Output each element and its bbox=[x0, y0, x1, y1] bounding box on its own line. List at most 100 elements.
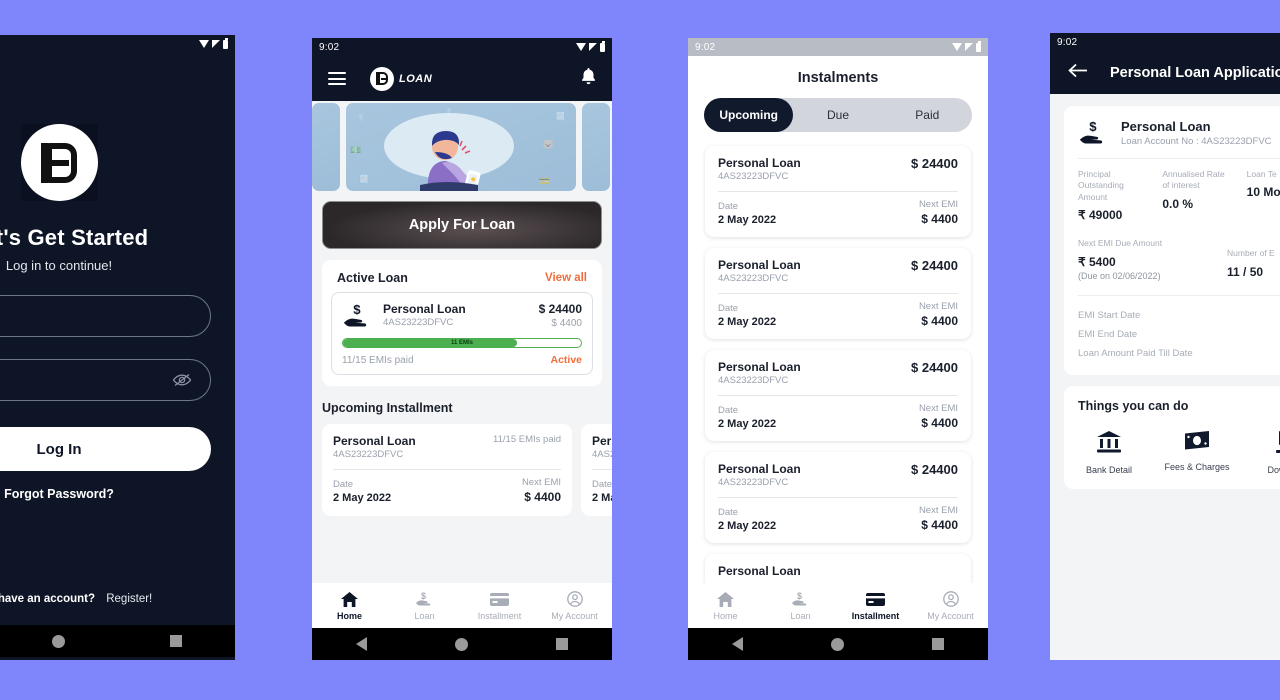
bottom-nav-item-loan[interactable]: $ Loan bbox=[387, 591, 462, 621]
installment-card[interactable]: Personal Loan 4AS23223DFVC 11/15 EMIs pa… bbox=[322, 424, 572, 516]
nav-back-icon[interactable] bbox=[356, 637, 367, 651]
date-label: Date bbox=[718, 201, 739, 212]
register-link[interactable]: Register! bbox=[106, 593, 152, 605]
instalment-card[interactable]: Personal Loan 4AS23223DFVC $ 24400 Date … bbox=[705, 248, 971, 339]
next-emi-value: $ 4400 bbox=[921, 212, 958, 226]
field-number-of-emis: Number of E 11 / 50 bbox=[1227, 238, 1280, 280]
instalment-card[interactable]: Personal Loan 4AS23223DFVC $ 24400 Date … bbox=[705, 452, 971, 543]
status-icons bbox=[576, 41, 605, 52]
date-label: Date bbox=[592, 479, 612, 490]
carousel-slide-prev[interactable] bbox=[312, 103, 340, 191]
date-value: 2 May 2022 bbox=[333, 492, 392, 504]
tab-due[interactable]: Due bbox=[793, 98, 882, 132]
bottom-nav-item-my-account[interactable]: My Account bbox=[537, 591, 612, 621]
loan-date-lines: EMI Start Date 1 EMI End Date 1 Loan Amo… bbox=[1078, 306, 1280, 363]
bottom-navigation[interactable]: Home $ Loan Installment My Account bbox=[312, 583, 612, 628]
instalment-card[interactable]: Personal Loan 4AS23223DFVC $ 24400 Date … bbox=[705, 350, 971, 441]
bell-icon[interactable] bbox=[581, 67, 596, 90]
line-emi-end-date: EMI End Date 1 bbox=[1078, 325, 1280, 344]
nav-home-icon[interactable] bbox=[455, 637, 468, 651]
next-emi-value: $ 4400 bbox=[921, 314, 958, 328]
apply-for-loan-button[interactable]: Apply For Loan bbox=[322, 201, 602, 249]
instalment-card-titles: Personal Loan 4AS23223DFVC bbox=[718, 462, 801, 488]
nav-recents-icon[interactable] bbox=[556, 638, 568, 650]
next-emi-label: Next EMI bbox=[918, 301, 958, 312]
nav-back-icon[interactable] bbox=[732, 637, 743, 651]
arrow-left-icon[interactable] bbox=[1068, 63, 1088, 83]
loan-total-amount: $ 24400 bbox=[911, 360, 958, 375]
login-button[interactable]: Log In bbox=[0, 427, 211, 471]
promo-carousel[interactable]: ₹ 🐷 🧾 💵 🧾 💳 ₹ bbox=[312, 101, 612, 193]
instalment-list[interactable]: Personal Loan 4AS23223DFVC $ 24400 Date … bbox=[688, 132, 988, 589]
detail-header: Personal Loan Application bbox=[1050, 51, 1280, 94]
next-emi-label: Next EMI bbox=[918, 403, 958, 414]
instalment-card-titles: Personal Loan 4AS23223DFVC bbox=[718, 360, 801, 386]
loan-account-no: 4AS23223DFVC bbox=[718, 273, 789, 284]
loan-account-no: 4AS23223DFVC bbox=[383, 317, 454, 328]
bottom-nav-label: Installment bbox=[851, 610, 900, 621]
instalment-tabs[interactable]: Upcoming Due Paid bbox=[704, 98, 972, 132]
loan-emi-grid: Next EMI Due Amount ₹ 5400 (Due on 02/06… bbox=[1078, 238, 1280, 280]
hamburger-icon[interactable] bbox=[328, 72, 346, 85]
instalment-emi-block: Next EMI $ 4400 bbox=[919, 403, 958, 430]
date-value: 2 May 2022 bbox=[592, 492, 612, 504]
nav-home-icon[interactable] bbox=[51, 634, 65, 648]
page-title: Personal Loan Application bbox=[1110, 64, 1280, 81]
mobile-input[interactable]: er bbox=[0, 295, 211, 337]
carousel-slide-active[interactable]: ₹ 🐷 🧾 💵 🧾 💳 ₹ bbox=[346, 103, 576, 191]
loan-account-no: 4AS23223DFVC bbox=[718, 477, 789, 488]
bottom-nav-label: My Account bbox=[551, 610, 598, 621]
loan-total-amount: $ 24400 bbox=[911, 462, 958, 477]
loan-account-line: Loan Account No : 4AS23223DFVC bbox=[1121, 136, 1272, 147]
field-value: ₹ 5400 bbox=[1078, 254, 1116, 269]
loan-account-no: 4AS23223DFVC bbox=[333, 449, 404, 460]
bottom-navigation[interactable]: Home $ Loan Installment My Account bbox=[688, 583, 988, 628]
nav-recents-icon[interactable] bbox=[932, 638, 944, 650]
emis-paid-text: 11/15 EMIs paid bbox=[493, 434, 561, 445]
bottom-nav-item-installment[interactable]: Installment bbox=[462, 591, 537, 621]
loan-field-grid: Principal Outstanding Amount ₹ 49000 Ann… bbox=[1078, 169, 1280, 222]
android-nav-bar bbox=[0, 625, 235, 657]
app-header: LOAN bbox=[312, 56, 612, 101]
loan-name: Personal Loan bbox=[333, 434, 416, 448]
things-actions-row[interactable]: Bank Detail Fees & Charges Downloa bbox=[1078, 430, 1280, 475]
eye-off-icon[interactable] bbox=[172, 373, 192, 387]
date-value: 2 May 2022 bbox=[718, 418, 777, 430]
active-loan-card[interactable]: Active Loan View all $ Personal Loan 4AS… bbox=[322, 260, 602, 386]
date-label: Date bbox=[718, 405, 739, 416]
line-label: Loan Amount Paid Till Date bbox=[1078, 347, 1193, 359]
loan-name: Personal Loan bbox=[592, 434, 612, 448]
tab-paid[interactable]: Paid bbox=[883, 98, 972, 132]
instalment-card[interactable]: Personal Loan 4AS23223DFVC $ 24400 Date … bbox=[705, 146, 971, 237]
divider bbox=[1078, 158, 1280, 159]
nav-recents-icon[interactable] bbox=[170, 635, 183, 647]
action-download[interactable]: Downloa bbox=[1254, 430, 1280, 475]
next-emi-value: $ 4400 bbox=[921, 416, 958, 430]
download-icon bbox=[1274, 430, 1280, 458]
forgot-password-link[interactable]: Forgot Password? bbox=[0, 487, 211, 501]
next-emi-value: $ 4400 bbox=[921, 518, 958, 532]
view-all-link[interactable]: View all bbox=[545, 272, 587, 284]
loan-total-amount: $ 24400 bbox=[538, 302, 582, 316]
password-input[interactable]: ord bbox=[0, 359, 211, 401]
password-input-placeholder: ord bbox=[0, 373, 172, 388]
bottom-nav-item-home[interactable]: Home bbox=[688, 591, 763, 621]
decor-icon: ₹ bbox=[446, 107, 452, 117]
upcoming-installment-header: Upcoming Installment bbox=[322, 399, 602, 417]
bottom-nav-item-home[interactable]: Home bbox=[312, 591, 387, 621]
action-bank-detail[interactable]: Bank Detail bbox=[1078, 430, 1140, 475]
action-fees-and-charges[interactable]: Fees & Charges bbox=[1164, 430, 1230, 475]
active-loan-text: Personal Loan 4AS23223DFVC bbox=[383, 302, 466, 328]
nav-home-icon[interactable] bbox=[831, 637, 844, 651]
carousel-slide-next[interactable] bbox=[582, 103, 610, 191]
installment-card[interactable]: Personal Loan 4AS23223DFVC 11/15 EMIs pa… bbox=[581, 424, 612, 516]
upcoming-installment-list[interactable]: Personal Loan 4AS23223DFVC 11/15 EMIs pa… bbox=[312, 424, 612, 516]
loan-name: Personal Loan bbox=[718, 360, 801, 374]
tab-upcoming[interactable]: Upcoming bbox=[704, 98, 794, 132]
active-loan-inner: $ Personal Loan 4AS23223DFVC $ 24400 $ 4… bbox=[331, 292, 593, 375]
bottom-nav-item-loan[interactable]: $ Loan bbox=[763, 591, 838, 621]
bottom-nav-item-installment[interactable]: Installment bbox=[838, 591, 913, 621]
date-label: Date bbox=[718, 507, 739, 518]
bottom-nav-label: Loan bbox=[414, 610, 435, 621]
bottom-nav-item-my-account[interactable]: My Account bbox=[913, 591, 988, 621]
